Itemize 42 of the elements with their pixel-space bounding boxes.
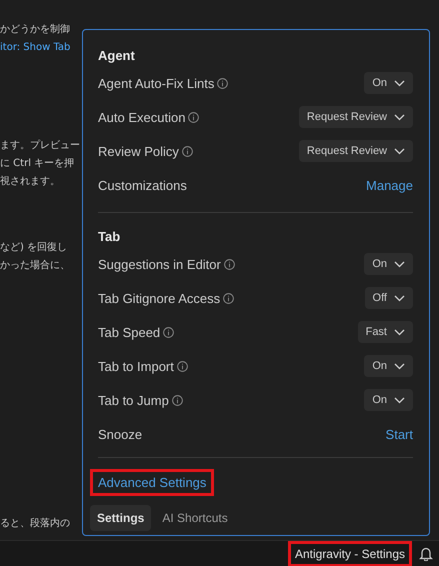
setting-label: Customizations: [98, 178, 187, 192]
setting-label: Tab Speed: [98, 324, 160, 340]
link[interactable]: itor: Show Tab: [0, 39, 70, 57]
dropdown[interactable]: On: [364, 72, 413, 94]
chevron-down-icon: [394, 114, 405, 120]
chevron-down-icon: [394, 294, 405, 302]
chevron-down-icon: [394, 396, 405, 404]
link[interactable]: Manage: [366, 178, 413, 192]
dropdown[interactable]: Request Review: [298, 140, 413, 162]
advanced-settings-link[interactable]: Advanced Settings: [93, 472, 212, 493]
setting-label: Agent Auto-Fix Lints: [98, 76, 214, 90]
chevron-down-icon: [394, 80, 405, 86]
setting-label: Tab Gitignore Access: [98, 290, 220, 306]
dropdown[interactable]: Fast: [358, 321, 413, 343]
setting-label: Snooze: [98, 426, 142, 442]
section-title: Tab: [98, 228, 120, 244]
dropdown[interactable]: On: [364, 355, 413, 377]
tab[interactable]: AI Shortcuts: [155, 505, 235, 531]
chevron-down-icon: [394, 148, 405, 154]
setting-label: Tab to Jump: [98, 392, 169, 408]
text-line: かった場合に、: [0, 259, 70, 273]
tab[interactable]: Settings: [90, 505, 152, 531]
setting-label: Tab to Import: [98, 358, 174, 374]
dropdown[interactable]: Off: [364, 287, 413, 309]
chevron-down-icon: [394, 362, 405, 370]
text-line: に Ctrl キーを押: [0, 157, 74, 171]
bell-icon[interactable]: [419, 546, 433, 561]
text-line: ます。プレビュー: [0, 138, 80, 153]
text-line: 視されます。: [0, 174, 60, 189]
text-line: かどうかを制御: [0, 22, 70, 37]
link[interactable]: Start: [386, 426, 413, 442]
chevron-down-icon: [394, 260, 405, 268]
text-line: ると、段落内の: [0, 516, 70, 531]
setting-label: Suggestions in Editor: [98, 256, 221, 272]
chevron-down-icon: [394, 328, 405, 336]
setting-label: Review Policy: [98, 144, 179, 158]
dropdown[interactable]: On: [364, 389, 413, 411]
setting-label: Auto Execution: [98, 110, 186, 124]
text-line: など) を回復し: [0, 241, 68, 255]
section-title: Agent: [98, 48, 135, 62]
dropdown[interactable]: On: [364, 253, 413, 275]
dropdown[interactable]: Request Review: [298, 106, 413, 128]
